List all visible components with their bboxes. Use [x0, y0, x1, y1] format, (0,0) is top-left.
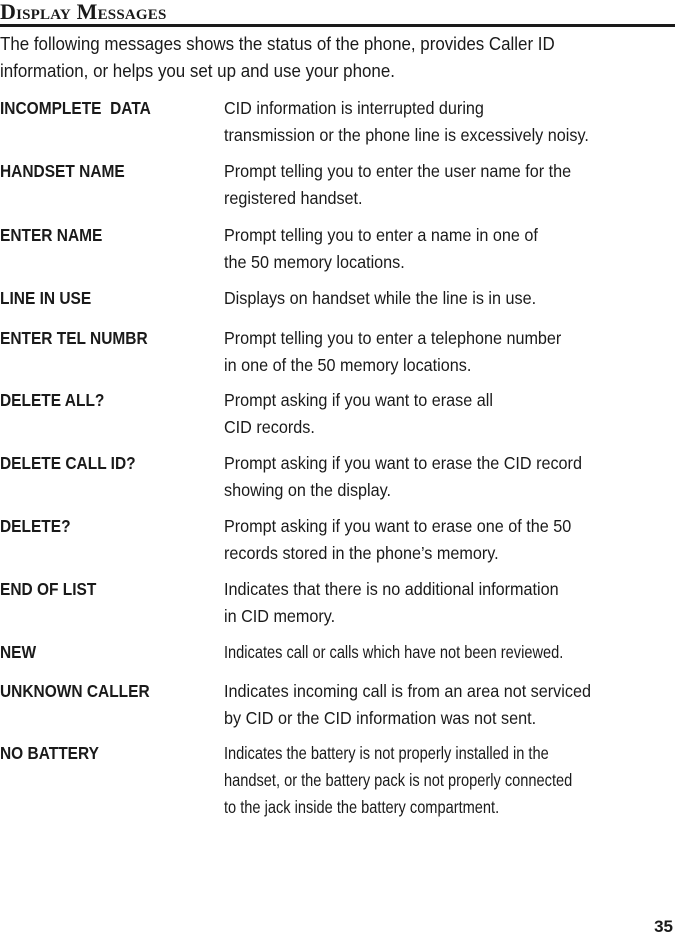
- message-description: Prompt asking if you want to erase the C…: [224, 450, 661, 504]
- description-line: showing on the display.: [224, 480, 392, 500]
- description-line: Prompt telling you to enter a telephone …: [224, 328, 562, 348]
- message-description: Prompt asking if you want to erase all C…: [224, 387, 661, 441]
- message-description: Indicates incoming call is from an area …: [224, 678, 661, 732]
- message-description: Prompt asking if you want to erase one o…: [224, 513, 661, 567]
- intro-line: The following messages shows the status …: [0, 34, 555, 54]
- description-line: the 50 memory locations.: [224, 252, 405, 272]
- description-line: CID records.: [224, 417, 315, 437]
- description-line: Prompt asking if you want to erase one o…: [224, 516, 572, 536]
- description-line: Indicates the battery is not properly in…: [224, 743, 549, 763]
- message-term: UNKNOWN CALLER: [0, 681, 150, 701]
- description-line: in one of the 50 memory locations.: [224, 355, 472, 375]
- message-term: DELETE ALL?: [0, 390, 105, 410]
- description-line: in CID memory.: [224, 606, 336, 626]
- description-line: by CID or the CID information was not se…: [224, 708, 537, 728]
- description-line: registered handset.: [224, 188, 363, 208]
- description-line: Displays on handset while the line is in…: [224, 288, 537, 308]
- message-description: Indicates the battery is not properly in…: [224, 740, 622, 821]
- message-term: ENTER NAME: [0, 225, 103, 245]
- message-term: NEW: [0, 642, 37, 662]
- message-term: LINE IN USE: [0, 288, 92, 308]
- page-title: Display Messages: [0, 0, 167, 24]
- message-description: Prompt telling you to enter the user nam…: [224, 158, 661, 212]
- description-line: Prompt telling you to enter a name in on…: [224, 225, 538, 245]
- description-line: CID information is interrupted during: [224, 98, 484, 118]
- title-rule: [0, 24, 675, 27]
- description-line: Prompt asking if you want to erase all: [224, 390, 493, 410]
- message-description: Indicates that there is no additional in…: [224, 576, 661, 630]
- message-term: HANDSET NAME: [0, 161, 125, 181]
- description-line: Prompt asking if you want to erase the C…: [224, 453, 582, 473]
- description-line: transmission or the phone line is excess…: [224, 125, 589, 145]
- description-line: Indicates call or calls which have not b…: [224, 642, 564, 662]
- description-line: Indicates that there is no additional in…: [224, 579, 559, 599]
- message-description: Displays on handset while the line is in…: [224, 285, 661, 312]
- message-term: NO BATTERY: [0, 743, 99, 763]
- intro-paragraph: The following messages shows the status …: [0, 31, 628, 85]
- message-description: Indicates call or calls which have not b…: [224, 639, 622, 666]
- page-number: 35: [654, 917, 673, 936]
- message-term: ENTER TEL NUMBR: [0, 328, 148, 348]
- description-line: Prompt telling you to enter the user nam…: [224, 161, 572, 181]
- description-line: Indicates incoming call is from an area …: [224, 681, 591, 701]
- message-term: INCOMPLETE DATA: [0, 98, 151, 118]
- message-term: DELETE?: [0, 516, 71, 536]
- message-description: Prompt telling you to enter a name in on…: [224, 222, 661, 276]
- description-line: records stored in the phone’s memory.: [224, 543, 499, 563]
- description-line: handset, or the battery pack is not prop…: [224, 770, 573, 790]
- description-line: to the jack inside the battery compartme…: [224, 797, 500, 817]
- intro-line: information, or helps you set up and use…: [0, 61, 395, 81]
- message-term: DELETE CALL ID?: [0, 453, 136, 473]
- message-description: Prompt telling you to enter a telephone …: [224, 325, 661, 379]
- message-term: END OF LIST: [0, 579, 97, 599]
- message-description: CID information is interrupted during tr…: [224, 95, 661, 149]
